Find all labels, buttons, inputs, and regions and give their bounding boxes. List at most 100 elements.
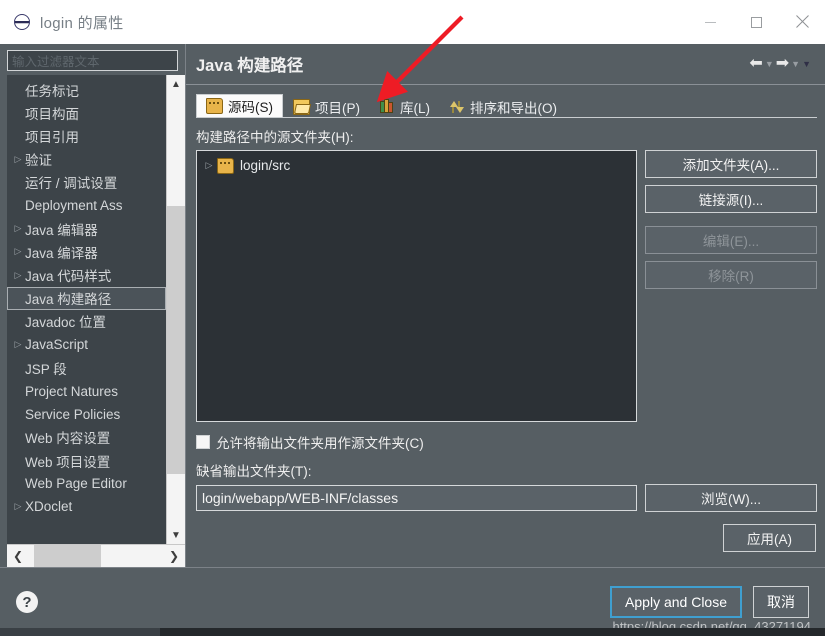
title-bar: login 的属性 xyxy=(0,0,825,44)
sidebar-item-8[interactable]: ▷ Java 代码样式 xyxy=(7,264,166,287)
chevron-right-icon[interactable]: ❯ xyxy=(163,545,185,567)
sidebar-item-label: 项目引用 xyxy=(25,129,79,145)
sidebar-item-2[interactable]: 项目引用 xyxy=(7,124,166,147)
chevron-up-icon[interactable]: ▲ xyxy=(167,75,185,93)
tab-label: 项目(P) xyxy=(315,100,360,116)
scrollbar-track[interactable] xyxy=(167,93,185,526)
back-history-chevron-icon[interactable]: ▼ xyxy=(765,59,774,69)
chevron-right-icon[interactable]: ▷ xyxy=(11,247,25,256)
taskbar-segment xyxy=(0,628,160,636)
source-button-0[interactable]: 添加文件夹(A)... xyxy=(645,150,817,178)
chevron-right-icon[interactable]: ▷ xyxy=(11,340,25,349)
forward-history-chevron-icon[interactable]: ▼ xyxy=(791,59,800,69)
tab-0[interactable]: 源码(S) xyxy=(196,94,283,117)
source-folders-buttons: 添加文件夹(A)... 链接源(I)... 编辑(E)... 移除(R) xyxy=(645,150,817,422)
page-header: Java 构建路径 ⬅ ▼ ➡ ▼ ▼ xyxy=(186,44,825,85)
hscroll-thumb[interactable] xyxy=(34,545,102,567)
page-title: Java 构建路径 xyxy=(196,57,304,75)
minimize-button[interactable] xyxy=(687,0,733,44)
browse-button[interactable]: 浏览(W)... xyxy=(645,484,817,512)
filter-placeholder: 输入过滤器文本 xyxy=(12,55,100,69)
sidebar-item-label: 验证 xyxy=(25,153,52,169)
scrollbar-thumb[interactable] xyxy=(167,205,185,475)
help-icon[interactable]: ? xyxy=(16,591,38,613)
sidebar-item-18[interactable]: ▷ XDoclet xyxy=(7,495,166,518)
source-folders-list[interactable]: ▷ login/src xyxy=(196,150,637,422)
tab-label: 源码(S) xyxy=(228,100,273,115)
default-output-folder-input[interactable]: login/webapp/WEB-INF/classes xyxy=(196,485,637,511)
tab-1[interactable]: 项目(P) xyxy=(283,95,370,117)
chevron-right-icon[interactable]: ▷ xyxy=(201,160,217,171)
allow-output-as-source-checkbox-row[interactable]: 允许将输出文件夹用作源文件夹(C) xyxy=(196,432,817,452)
hscroll-track[interactable] xyxy=(29,545,163,567)
sidebar-item-12[interactable]: JSP 段 xyxy=(7,356,166,379)
folder-icon xyxy=(293,98,310,115)
sidebar-item-6[interactable]: ▷ Java 编辑器 xyxy=(7,217,166,240)
sidebar-item-13[interactable]: Project Natures xyxy=(7,379,166,402)
sidebar-item-11[interactable]: ▷ JavaScript xyxy=(7,333,166,356)
sidebar-vertical-scrollbar[interactable]: ▲ ▼ xyxy=(166,75,185,544)
window-controls xyxy=(687,0,825,44)
build-path-tabs[interactable]: 源码(S) 项目(P) 库(L) 排序和导出(O) xyxy=(196,94,817,118)
sidebar-item-label: Java 编辑器 xyxy=(25,222,98,238)
sidebar-item-17[interactable]: Web Page Editor xyxy=(7,472,166,495)
sidebar-item-10[interactable]: Javadoc 位置 xyxy=(7,310,166,333)
arrow-left-icon[interactable]: ⬅ xyxy=(749,56,762,72)
apply-and-close-button[interactable]: Apply and Close xyxy=(610,586,742,618)
allow-output-as-source-checkbox[interactable] xyxy=(196,435,210,449)
apply-button[interactable]: 应用(A) xyxy=(723,524,816,552)
sidebar-item-label: XDoclet xyxy=(25,499,73,515)
source-button-3: 移除(R) xyxy=(645,261,817,289)
tab-3[interactable]: 排序和导出(O) xyxy=(440,95,567,117)
sidebar-item-label: 运行 / 调试设置 xyxy=(25,176,118,192)
source-button-label: 添加文件夹(A)... xyxy=(682,158,780,173)
sidebar-item-14[interactable]: Service Policies xyxy=(7,403,166,426)
maximize-icon xyxy=(750,16,762,28)
browse-button-label: 浏览(W)... xyxy=(701,492,761,507)
sidebar-tree[interactable]: 任务标记 项目构面 项目引用 ▷ 验证 运行 / 调试设置 Deployment Ass ▷ J… xyxy=(7,75,166,544)
sidebar-item-16[interactable]: Web 项目设置 xyxy=(7,449,166,472)
sidebar-item-15[interactable]: Web 内容设置 xyxy=(7,426,166,449)
chevron-left-icon[interactable]: ❮ xyxy=(7,545,29,567)
sidebar-item-9[interactable]: Java 构建路径 xyxy=(7,286,166,310)
chevron-down-icon[interactable]: ▼ xyxy=(167,526,185,544)
source-folders-row: ▷ login/src 添加文件夹(A)... 链接源(I)... 编辑(E)... 移… xyxy=(196,150,817,422)
help-icon-glyph: ? xyxy=(22,593,32,611)
properties-window: login 的属性 输入过滤器文本 任务标记 项目构面 项目引用 ▷ 验证 运行 / 调试… xyxy=(0,0,825,636)
arrow-right-icon[interactable]: ➡ xyxy=(776,56,789,72)
source-button-label: 编辑(E)... xyxy=(702,234,760,249)
source-folder-icon xyxy=(217,157,234,174)
sidebar-item-1[interactable]: 项目构面 xyxy=(7,101,166,124)
close-button[interactable] xyxy=(779,0,825,44)
chevron-right-icon[interactable]: ▷ xyxy=(11,502,25,511)
sidebar-item-5[interactable]: Deployment Ass xyxy=(7,194,166,217)
default-output-folder-label: 缺省输出文件夹(T): xyxy=(196,464,312,479)
footer-buttons: Apply and Close 取消 xyxy=(610,586,809,618)
sidebar-item-label: Javadoc 位置 xyxy=(25,315,107,331)
sidebar-item-label: Java 构建路径 xyxy=(25,292,112,308)
order-export-icon xyxy=(450,100,465,114)
chevron-right-icon[interactable]: ▷ xyxy=(11,270,25,280)
filter-input[interactable]: 输入过滤器文本 xyxy=(7,50,178,71)
sidebar-item-label: Web Page Editor xyxy=(25,476,127,492)
apply-row: 应用(A) xyxy=(196,524,817,552)
page-menu-chevron-icon[interactable]: ▼ xyxy=(802,59,811,69)
default-output-folder-value: login/webapp/WEB-INF/classes xyxy=(202,490,399,506)
sidebar-item-7[interactable]: ▷ Java 编译器 xyxy=(7,240,166,263)
cancel-button[interactable]: 取消 xyxy=(753,586,809,618)
chevron-right-icon[interactable]: ▷ xyxy=(11,224,25,233)
sidebar-item-label: Project Natures xyxy=(25,383,119,399)
sidebar-horizontal-scrollbar[interactable]: ❮ ❯ xyxy=(7,544,185,567)
sidebar-item-0[interactable]: 任务标记 xyxy=(7,78,166,101)
page-content: 源码(S) 项目(P) 库(L) 排序和导出(O) 构建路径中的源文件夹(H): ▷ l… xyxy=(186,85,825,567)
list-item[interactable]: ▷ login/src xyxy=(201,156,632,175)
apply-and-close-label: Apply and Close xyxy=(625,594,727,610)
tab-2[interactable]: 库(L) xyxy=(370,95,440,117)
maximize-button[interactable] xyxy=(733,0,779,44)
source-button-2: 编辑(E)... xyxy=(645,226,817,254)
library-icon xyxy=(380,98,395,114)
source-button-1[interactable]: 链接源(I)... xyxy=(645,185,817,213)
sidebar-item-4[interactable]: 运行 / 调试设置 xyxy=(7,171,166,194)
chevron-right-icon[interactable]: ▷ xyxy=(11,154,25,164)
sidebar-item-3[interactable]: ▷ 验证 xyxy=(7,148,166,171)
